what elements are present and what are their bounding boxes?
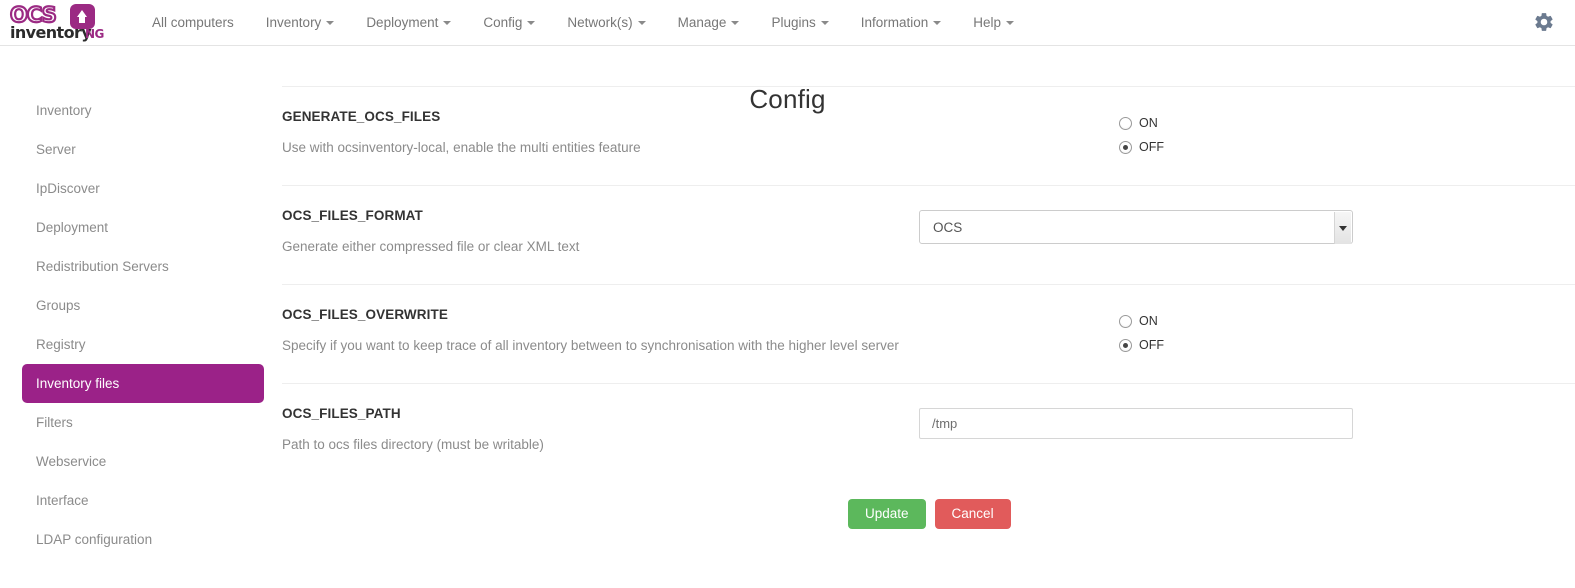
sidebar-item-label: Interface xyxy=(36,493,89,508)
nav-label: Config xyxy=(483,14,523,30)
sidebar-item-label: LDAP configuration xyxy=(36,532,153,547)
radio-label-on: ON xyxy=(1139,116,1158,130)
radio-button-on[interactable] xyxy=(1119,314,1132,328)
form-actions: Update Cancel xyxy=(848,499,1575,529)
chevron-down-icon xyxy=(820,20,829,25)
nav-item-deployment[interactable]: Deployment xyxy=(350,0,467,46)
sidebar-item-label: Deployment xyxy=(36,220,109,235)
setting-description: Generate either compressed file or clear… xyxy=(282,239,580,254)
radio-option-on[interactable]: ON xyxy=(1119,309,1575,333)
nav-label: Information xyxy=(860,14,929,30)
config-control: ON OFF xyxy=(919,109,1575,159)
nav-label: Inventory xyxy=(265,14,322,30)
sidebar-item-label: Groups xyxy=(36,298,81,313)
nav-label: Help xyxy=(973,14,1002,30)
logo-ng-text: NG xyxy=(85,26,104,41)
chevron-down-icon xyxy=(637,20,646,25)
chevron-down-icon xyxy=(1006,20,1015,25)
sidebar-item-label: Server xyxy=(36,142,76,157)
chevron-down-icon xyxy=(933,20,942,25)
chevron-down-icon xyxy=(527,20,536,25)
sidebar-item-label: Webservice xyxy=(36,454,107,469)
radio-button-on[interactable] xyxy=(1119,116,1132,130)
config-control: OCS xyxy=(919,208,1575,244)
nav-label: Manage xyxy=(677,14,727,30)
chevron-down-icon xyxy=(443,20,452,25)
radio-label-off: OFF xyxy=(1139,140,1164,154)
chevron-down-icon xyxy=(731,20,740,25)
nav-item-inventory[interactable]: Inventory xyxy=(250,0,351,46)
sidebar-item-interface[interactable]: Interface xyxy=(22,481,264,520)
setting-name: OCS_FILES_PATH xyxy=(282,406,401,421)
sidebar-item-groups[interactable]: Groups xyxy=(22,286,264,325)
nav-item-config[interactable]: Config xyxy=(467,0,551,46)
config-content: GENERATE_OCS_FILES Use with ocsinventory… xyxy=(282,46,1575,588)
nav-label: Deployment xyxy=(366,14,439,30)
logo-inventory-text: inventory xyxy=(10,22,92,42)
cancel-button[interactable]: Cancel xyxy=(934,499,1011,529)
setting-name: OCS_FILES_OVERWRITE xyxy=(282,307,448,322)
select-selected-value: OCS xyxy=(933,219,963,235)
upload-arrow-icon xyxy=(77,9,87,23)
config-sidebar: Inventory Server IpDiscover Deployment R… xyxy=(0,46,282,588)
ocs-inventory-logo: OCS inventory NG xyxy=(8,3,112,42)
nav-label: All computers xyxy=(152,14,234,30)
gear-icon[interactable] xyxy=(1533,11,1555,33)
radio-label-off: OFF xyxy=(1139,338,1164,352)
sidebar-item-ipdiscover[interactable]: IpDiscover xyxy=(22,169,264,208)
config-settings-list: GENERATE_OCS_FILES Use with ocsinventory… xyxy=(282,86,1575,482)
nav-item-all-computers[interactable]: All computers xyxy=(136,0,250,46)
config-row-ocs-files-overwrite: OCS_FILES_OVERWRITE Specify if you want … xyxy=(282,284,1575,383)
radio-label-on: ON xyxy=(1139,314,1158,328)
chevron-down-icon xyxy=(326,20,335,25)
nav-label: Network(s) xyxy=(567,14,633,30)
setting-description: Path to ocs files directory (must be wri… xyxy=(282,437,544,452)
chevron-down-icon xyxy=(1339,225,1347,231)
sidebar-item-label: Filters xyxy=(36,415,73,430)
radio-button-off[interactable] xyxy=(1119,140,1132,154)
radio-option-off[interactable]: OFF xyxy=(1119,333,1575,357)
sidebar-item-redistribution-servers[interactable]: Redistribution Servers xyxy=(22,247,264,286)
radio-button-off[interactable] xyxy=(1119,338,1132,352)
nav-item-help[interactable]: Help xyxy=(957,0,1030,46)
setting-name: OCS_FILES_FORMAT xyxy=(282,208,423,223)
config-row-ocs-files-path: OCS_FILES_PATH Path to ocs files directo… xyxy=(282,383,1575,482)
config-labels: OCS_FILES_FORMAT Generate either compres… xyxy=(282,208,919,254)
nav-item-networks[interactable]: Network(s) xyxy=(551,0,661,46)
sidebar-item-label: Redistribution Servers xyxy=(36,259,169,274)
config-row-ocs-files-format: OCS_FILES_FORMAT Generate either compres… xyxy=(282,185,1575,284)
config-control xyxy=(919,406,1575,439)
nav-item-manage[interactable]: Manage xyxy=(662,0,756,46)
page-title: Config xyxy=(749,84,826,114)
page-body: Inventory Server IpDiscover Deployment R… xyxy=(0,46,1575,588)
setting-description: Use with ocsinventory-local, enable the … xyxy=(282,140,641,155)
select-dropdown-button[interactable] xyxy=(1334,212,1351,244)
config-control: ON OFF xyxy=(919,307,1575,357)
nav-item-plugins[interactable]: Plugins xyxy=(755,0,844,46)
radio-option-off[interactable]: OFF xyxy=(1119,135,1575,159)
sidebar-item-label: Inventory files xyxy=(36,376,120,391)
config-labels: OCS_FILES_PATH Path to ocs files directo… xyxy=(282,406,919,452)
sidebar-item-filters[interactable]: Filters xyxy=(22,403,264,442)
sidebar-item-label: Registry xyxy=(36,337,86,352)
sidebar-item-webservice[interactable]: Webservice xyxy=(22,442,264,481)
setting-description: Specify if you want to keep trace of all… xyxy=(282,338,899,353)
sidebar-item-ldap-configuration[interactable]: LDAP configuration xyxy=(22,520,264,559)
brand-logo[interactable]: OCS inventory NG xyxy=(0,0,118,46)
top-navbar: OCS inventory NG All computers Inventory… xyxy=(0,0,1575,46)
config-labels: OCS_FILES_OVERWRITE Specify if you want … xyxy=(282,307,919,353)
nav-label: Plugins xyxy=(771,14,816,30)
main-nav: All computers Inventory Deployment Confi… xyxy=(136,0,1030,46)
ocs-files-path-input[interactable] xyxy=(919,408,1353,439)
config-labels: GENERATE_OCS_FILES Use with ocsinventory… xyxy=(282,109,919,155)
sidebar-item-registry[interactable]: Registry xyxy=(22,325,264,364)
sidebar-item-server[interactable]: Server xyxy=(22,130,264,169)
sidebar-item-inventory-files[interactable]: Inventory files xyxy=(22,364,264,403)
sidebar-item-deployment[interactable]: Deployment xyxy=(22,208,264,247)
sidebar-item-label: IpDiscover xyxy=(36,181,100,196)
update-button[interactable]: Update xyxy=(848,499,926,529)
ocs-files-format-select[interactable]: OCS xyxy=(919,210,1353,244)
nav-item-information[interactable]: Information xyxy=(845,0,958,46)
